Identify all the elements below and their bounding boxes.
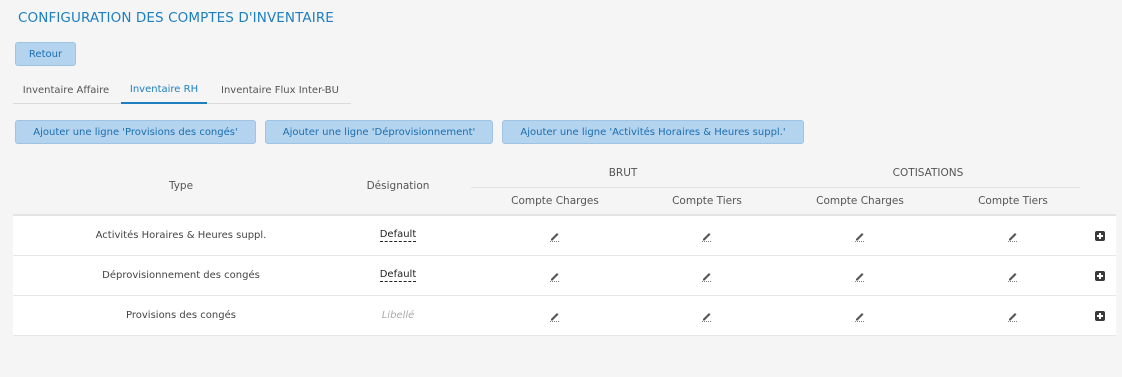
row-type: Provisions des congés bbox=[126, 310, 236, 321]
add-deprovisionnement-button[interactable]: Ajouter une ligne 'Déprovisionnement' bbox=[265, 120, 493, 144]
group-divider bbox=[471, 187, 1080, 188]
tab-inventaire-rh[interactable]: Inventaire RH bbox=[121, 76, 207, 104]
designation-field[interactable]: Default bbox=[379, 269, 417, 282]
group-header-brut: BRUT bbox=[608, 167, 638, 179]
pencil-icon[interactable] bbox=[701, 230, 713, 242]
table-row: Provisions des congés Libellé bbox=[13, 296, 1116, 336]
column-header-designation: Désignation bbox=[366, 180, 430, 192]
add-provisions-conges-button[interactable]: Ajouter une ligne 'Provisions des congés… bbox=[15, 120, 256, 144]
designation-field[interactable]: Default bbox=[379, 229, 417, 242]
tab-inventaire-flux-inter-bu[interactable]: Inventaire Flux Inter-BU bbox=[209, 76, 351, 104]
tab-inventaire-affaire[interactable]: Inventaire Affaire bbox=[13, 76, 119, 104]
pencil-icon[interactable] bbox=[1007, 230, 1019, 242]
column-header-brut-compte-charges: Compte Charges bbox=[511, 195, 599, 207]
table-row: Activités Horaires & Heures suppl. Defau… bbox=[13, 216, 1116, 256]
back-button[interactable]: Retour bbox=[15, 42, 76, 66]
plus-square-icon[interactable] bbox=[1095, 230, 1105, 241]
designation-field[interactable]: Libellé bbox=[382, 310, 415, 322]
pencil-icon[interactable] bbox=[701, 310, 713, 322]
tab-bar: Inventaire Affaire Inventaire RH Inventa… bbox=[13, 76, 351, 104]
table-row: Déprovisionnement des congés Default bbox=[13, 256, 1116, 296]
plus-square-icon[interactable] bbox=[1095, 270, 1105, 281]
column-header-brut-compte-tiers: Compte Tiers bbox=[672, 195, 742, 207]
row-type: Déprovisionnement des congés bbox=[102, 270, 260, 281]
pencil-icon[interactable] bbox=[1007, 270, 1019, 282]
plus-square-icon[interactable] bbox=[1095, 310, 1105, 321]
pencil-icon[interactable] bbox=[854, 270, 866, 282]
page-title: CONFIGURATION DES COMPTES D'INVENTAIRE bbox=[18, 10, 334, 26]
pencil-icon[interactable] bbox=[701, 270, 713, 282]
column-header-cotisations-compte-charges: Compte Charges bbox=[816, 195, 904, 207]
group-header-cotisations: COTISATIONS bbox=[892, 167, 964, 179]
pencil-icon[interactable] bbox=[549, 310, 561, 322]
row-type: Activités Horaires & Heures suppl. bbox=[95, 230, 267, 241]
column-header-cotisations-compte-tiers: Compte Tiers bbox=[978, 195, 1048, 207]
add-activites-horaires-button[interactable]: Ajouter une ligne 'Activités Horaires & … bbox=[502, 120, 804, 144]
pencil-icon[interactable] bbox=[549, 270, 561, 282]
pencil-icon[interactable] bbox=[854, 310, 866, 322]
pencil-icon[interactable] bbox=[854, 230, 866, 242]
column-header-type: Type bbox=[168, 180, 194, 192]
pencil-icon[interactable] bbox=[1007, 310, 1019, 322]
pencil-icon[interactable] bbox=[549, 230, 561, 242]
